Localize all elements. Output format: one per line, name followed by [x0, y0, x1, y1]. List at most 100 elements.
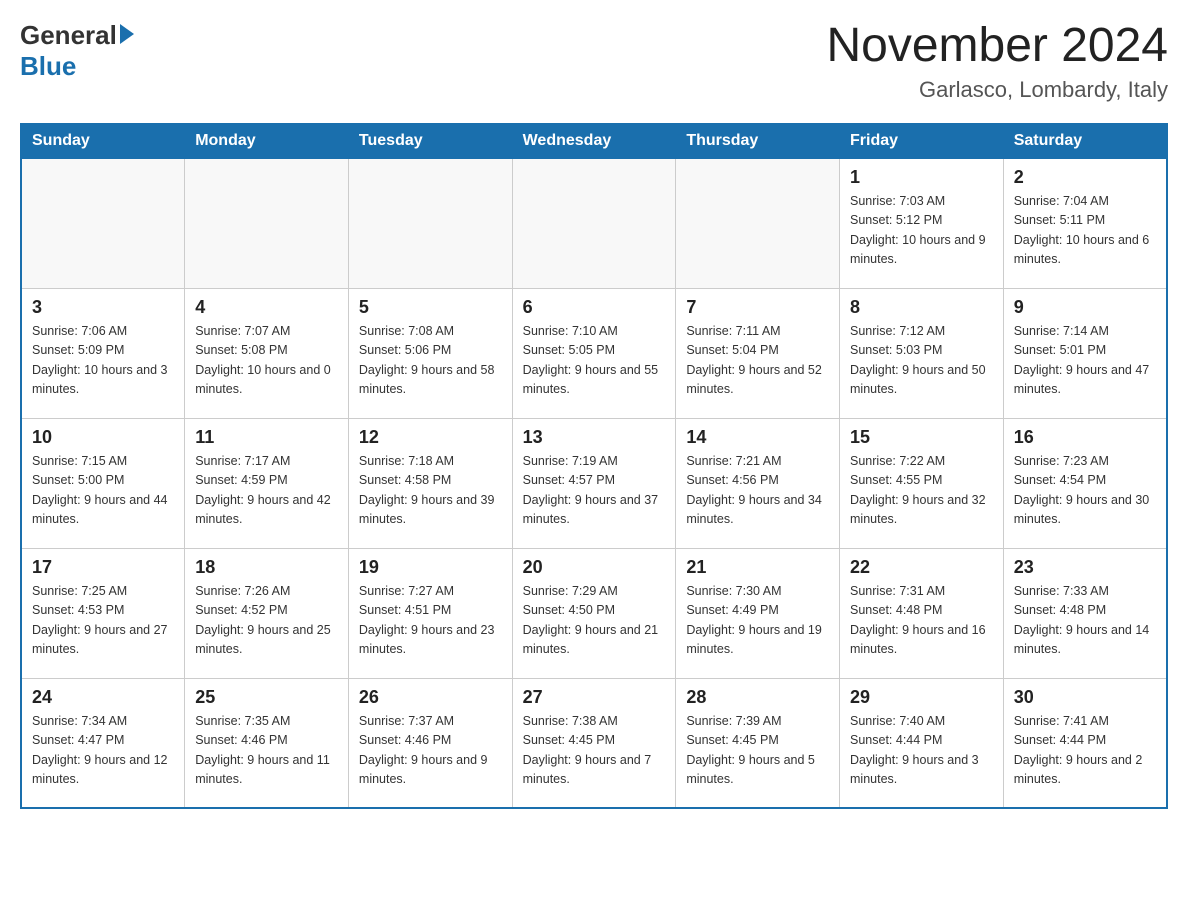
day-number: 12	[359, 427, 502, 448]
calendar-subtitle: Garlasco, Lombardy, Italy	[826, 77, 1168, 103]
calendar-cell: 12Sunrise: 7:18 AM Sunset: 4:58 PM Dayli…	[348, 418, 512, 548]
day-info: Sunrise: 7:10 AM Sunset: 5:05 PM Dayligh…	[523, 322, 666, 400]
calendar-cell: 29 Sunrise: 7:40 AM Sunset: 4:44 PM Dayli…	[840, 678, 1004, 808]
calendar-cell: 16 Sunrise: 7:23 AM Sunset: 4:54 PM Dayli…	[1003, 418, 1167, 548]
day-info: Sunrise: 7:34 AM Sunset: 4:47 PM Dayligh…	[32, 712, 174, 790]
day-info: Sunrise: 7:21 AM Sunset: 4:56 PM Dayligh…	[686, 452, 829, 530]
calendar-title: November 2024	[826, 20, 1168, 73]
calendar-cell: 22 Sunrise: 7:31 AM Sunset: 4:48 PM Dayli…	[840, 548, 1004, 678]
day-info: Sunrise: 7:11 AM Sunset: 5:04 PM Dayligh…	[686, 322, 829, 400]
calendar-cell: 8 Sunrise: 7:12 AM Sunset: 5:03 PM Daylig…	[840, 288, 1004, 418]
day-info: Sunrise: 7:25 AM Sunset: 4:53 PM Dayligh…	[32, 582, 174, 660]
weekday-header-row: SundayMondayTuesdayWednesdayThursdayFrid…	[21, 123, 1167, 158]
day-number: 13	[523, 427, 666, 448]
day-number: 28	[686, 687, 829, 708]
calendar-cell: 9 Sunrise: 7:14 AM Sunset: 5:01 PM Daylig…	[1003, 288, 1167, 418]
calendar-row-4: 24Sunrise: 7:34 AM Sunset: 4:47 PM Dayli…	[21, 678, 1167, 808]
calendar-cell	[185, 158, 349, 288]
logo-triangle-icon	[120, 24, 134, 44]
calendar-cell: 4 Sunrise: 7:07 AM Sunset: 5:08 PM Daylig…	[185, 288, 349, 418]
logo-blue-text: Blue	[20, 51, 76, 82]
day-info: Sunrise: 7:26 AM Sunset: 4:52 PM Dayligh…	[195, 582, 338, 660]
day-info: Sunrise: 7:30 AM Sunset: 4:49 PM Dayligh…	[686, 582, 829, 660]
calendar-row-2: 10 Sunrise: 7:15 AM Sunset: 5:00 PM Dayli…	[21, 418, 1167, 548]
calendar-cell: 15 Sunrise: 7:22 AM Sunset: 4:55 PM Dayli…	[840, 418, 1004, 548]
day-number: 21	[686, 557, 829, 578]
calendar-cell: 3 Sunrise: 7:06 AM Sunset: 5:09 PM Daylig…	[21, 288, 185, 418]
day-number: 3	[32, 297, 174, 318]
calendar-row-1: 3 Sunrise: 7:06 AM Sunset: 5:09 PM Daylig…	[21, 288, 1167, 418]
weekday-header-saturday: Saturday	[1003, 123, 1167, 158]
weekday-header-tuesday: Tuesday	[348, 123, 512, 158]
day-info: Sunrise: 7:37 AM Sunset: 4:46 PM Dayligh…	[359, 712, 502, 790]
day-number: 29	[850, 687, 993, 708]
calendar-row-3: 17 Sunrise: 7:25 AM Sunset: 4:53 PM Dayli…	[21, 548, 1167, 678]
calendar-cell: 25Sunrise: 7:35 AM Sunset: 4:46 PM Dayli…	[185, 678, 349, 808]
day-number: 14	[686, 427, 829, 448]
calendar-cell	[348, 158, 512, 288]
day-info: Sunrise: 7:04 AM Sunset: 5:11 PM Dayligh…	[1014, 192, 1156, 270]
day-info: Sunrise: 7:15 AM Sunset: 5:00 PM Dayligh…	[32, 452, 174, 530]
day-info: Sunrise: 7:06 AM Sunset: 5:09 PM Dayligh…	[32, 322, 174, 400]
calendar-cell: 26 Sunrise: 7:37 AM Sunset: 4:46 PM Dayli…	[348, 678, 512, 808]
day-info: Sunrise: 7:14 AM Sunset: 5:01 PM Dayligh…	[1014, 322, 1156, 400]
day-number: 17	[32, 557, 174, 578]
day-number: 7	[686, 297, 829, 318]
day-number: 22	[850, 557, 993, 578]
calendar-cell: 20Sunrise: 7:29 AM Sunset: 4:50 PM Dayli…	[512, 548, 676, 678]
calendar-cell	[21, 158, 185, 288]
day-number: 18	[195, 557, 338, 578]
calendar-table: SundayMondayTuesdayWednesdayThursdayFrid…	[20, 123, 1168, 810]
title-area: November 2024 Garlasco, Lombardy, Italy	[826, 20, 1168, 103]
weekday-header-wednesday: Wednesday	[512, 123, 676, 158]
day-number: 23	[1014, 557, 1156, 578]
day-number: 10	[32, 427, 174, 448]
calendar-cell: 11Sunrise: 7:17 AM Sunset: 4:59 PM Dayli…	[185, 418, 349, 548]
day-info: Sunrise: 7:08 AM Sunset: 5:06 PM Dayligh…	[359, 322, 502, 400]
day-number: 19	[359, 557, 502, 578]
weekday-header-friday: Friday	[840, 123, 1004, 158]
calendar-cell: 19 Sunrise: 7:27 AM Sunset: 4:51 PM Dayli…	[348, 548, 512, 678]
calendar-row-0: 1Sunrise: 7:03 AM Sunset: 5:12 PM Daylig…	[21, 158, 1167, 288]
day-number: 30	[1014, 687, 1156, 708]
day-info: Sunrise: 7:31 AM Sunset: 4:48 PM Dayligh…	[850, 582, 993, 660]
logo-general-text: General	[20, 20, 117, 51]
calendar-cell	[676, 158, 840, 288]
weekday-header-sunday: Sunday	[21, 123, 185, 158]
day-number: 5	[359, 297, 502, 318]
calendar-cell: 5 Sunrise: 7:08 AM Sunset: 5:06 PM Daylig…	[348, 288, 512, 418]
day-number: 27	[523, 687, 666, 708]
day-info: Sunrise: 7:23 AM Sunset: 4:54 PM Dayligh…	[1014, 452, 1156, 530]
day-info: Sunrise: 7:12 AM Sunset: 5:03 PM Dayligh…	[850, 322, 993, 400]
calendar-cell: 1Sunrise: 7:03 AM Sunset: 5:12 PM Daylig…	[840, 158, 1004, 288]
day-number: 9	[1014, 297, 1156, 318]
calendar-cell: 28 Sunrise: 7:39 AM Sunset: 4:45 PM Dayli…	[676, 678, 840, 808]
logo: General Blue	[20, 20, 134, 82]
calendar-cell: 23 Sunrise: 7:33 AM Sunset: 4:48 PM Dayli…	[1003, 548, 1167, 678]
calendar-cell: 21 Sunrise: 7:30 AM Sunset: 4:49 PM Dayli…	[676, 548, 840, 678]
day-number: 15	[850, 427, 993, 448]
calendar-cell: 27Sunrise: 7:38 AM Sunset: 4:45 PM Dayli…	[512, 678, 676, 808]
day-number: 16	[1014, 427, 1156, 448]
calendar-cell: 18 Sunrise: 7:26 AM Sunset: 4:52 PM Dayli…	[185, 548, 349, 678]
day-info: Sunrise: 7:27 AM Sunset: 4:51 PM Dayligh…	[359, 582, 502, 660]
calendar-cell: 10 Sunrise: 7:15 AM Sunset: 5:00 PM Dayli…	[21, 418, 185, 548]
calendar-cell: 6Sunrise: 7:10 AM Sunset: 5:05 PM Daylig…	[512, 288, 676, 418]
calendar-cell: 14 Sunrise: 7:21 AM Sunset: 4:56 PM Dayli…	[676, 418, 840, 548]
calendar-cell	[512, 158, 676, 288]
day-number: 26	[359, 687, 502, 708]
calendar-cell: 17 Sunrise: 7:25 AM Sunset: 4:53 PM Dayli…	[21, 548, 185, 678]
day-info: Sunrise: 7:40 AM Sunset: 4:44 PM Dayligh…	[850, 712, 993, 790]
page-header: General Blue November 2024 Garlasco, Lom…	[20, 20, 1168, 103]
calendar-cell: 7 Sunrise: 7:11 AM Sunset: 5:04 PM Daylig…	[676, 288, 840, 418]
day-number: 1	[850, 167, 993, 188]
day-info: Sunrise: 7:33 AM Sunset: 4:48 PM Dayligh…	[1014, 582, 1156, 660]
day-info: Sunrise: 7:19 AM Sunset: 4:57 PM Dayligh…	[523, 452, 666, 530]
day-number: 25	[195, 687, 338, 708]
day-number: 8	[850, 297, 993, 318]
day-number: 4	[195, 297, 338, 318]
day-info: Sunrise: 7:22 AM Sunset: 4:55 PM Dayligh…	[850, 452, 993, 530]
day-info: Sunrise: 7:39 AM Sunset: 4:45 PM Dayligh…	[686, 712, 829, 790]
day-number: 11	[195, 427, 338, 448]
day-info: Sunrise: 7:07 AM Sunset: 5:08 PM Dayligh…	[195, 322, 338, 400]
